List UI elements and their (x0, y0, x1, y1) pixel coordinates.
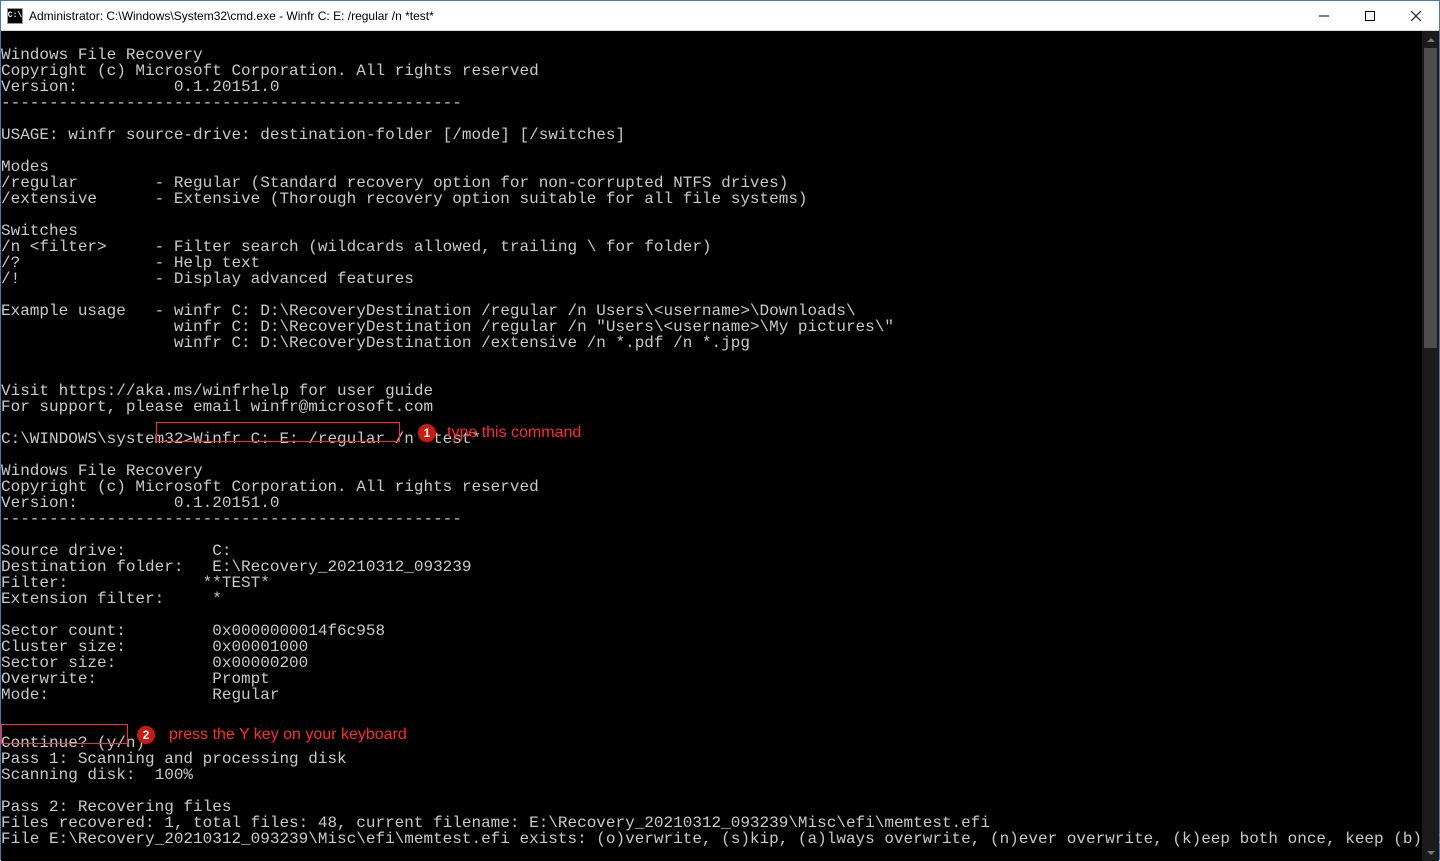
window-titlebar: C:\ Administrator: C:\Windows\System32\c… (1, 1, 1439, 31)
term-line-prompt: C:\WINDOWS\system32>Winfr C: E: /regular… (1, 431, 1422, 447)
term-line: Modes (1, 159, 1422, 175)
term-line: Windows File Recovery (1, 47, 1422, 63)
scroll-down-button[interactable] (1422, 844, 1439, 861)
chevron-up-icon (1427, 36, 1435, 44)
term-line: Destination folder: E:\Recovery_20210312… (1, 559, 1422, 575)
term-line: Sector size: 0x00000200 (1, 655, 1422, 671)
term-line: Example usage - winfr C: D:\RecoveryDest… (1, 303, 1422, 319)
term-line: USAGE: winfr source-drive: destination-f… (1, 127, 1422, 143)
term-line: Mode: Regular (1, 687, 1422, 703)
term-line: winfr C: D:\RecoveryDestination /extensi… (1, 335, 1422, 351)
term-line (1, 703, 1422, 719)
term-line: Files recovered: 1, total files: 48, cur… (1, 815, 1422, 831)
term-line (1, 527, 1422, 543)
maximize-button[interactable] (1347, 1, 1393, 31)
annotation-text-2: press the Y key on your keyboard (169, 727, 407, 743)
close-button[interactable] (1393, 1, 1439, 31)
term-line (1, 783, 1422, 799)
term-line: /! - Display advanced features (1, 271, 1422, 287)
prompt-text: C:\WINDOWS\system32> (1, 430, 193, 448)
term-line: Extension filter: * (1, 591, 1422, 607)
term-line: ----------------------------------------… (1, 511, 1422, 527)
term-line: For support, please email winfr@microsof… (1, 399, 1422, 415)
term-line: /n <filter> - Filter search (wildcards a… (1, 239, 1422, 255)
term-line: Pass 1: Scanning and processing disk (1, 751, 1422, 767)
term-line: /extensive - Extensive (Thorough recover… (1, 191, 1422, 207)
maximize-icon (1365, 11, 1375, 21)
term-line (1, 143, 1422, 159)
chevron-down-icon (1427, 849, 1435, 857)
term-line (1, 207, 1422, 223)
term-line (1, 607, 1422, 623)
window-title: Administrator: C:\Windows\System32\cmd.e… (29, 9, 434, 23)
term-line: Copyright (c) Microsoft Corporation. All… (1, 63, 1422, 79)
term-line (1, 31, 1422, 47)
term-line: Source drive: C: (1, 543, 1422, 559)
term-line: Version: 0.1.20151.0 (1, 495, 1422, 511)
term-line: Cluster size: 0x00001000 (1, 639, 1422, 655)
term-line (1, 447, 1422, 463)
vertical-scrollbar[interactable] (1422, 31, 1439, 861)
scroll-thumb[interactable] (1424, 48, 1437, 348)
annotation-badge-1: 1 (418, 424, 436, 442)
term-line: ----------------------------------------… (1, 95, 1422, 111)
cmd-icon: C:\ (7, 8, 23, 24)
term-line: Windows File Recovery (1, 463, 1422, 479)
term-line: Pass 2: Recovering files (1, 799, 1422, 815)
term-line: /? - Help text (1, 255, 1422, 271)
annotation-badge-2: 2 (137, 726, 155, 744)
term-line: winfr C: D:\RecoveryDestination /regular… (1, 319, 1422, 335)
terminal-container: Windows File RecoveryCopyright (c) Micro… (1, 31, 1439, 861)
scroll-up-button[interactable] (1422, 31, 1439, 48)
term-line: Switches (1, 223, 1422, 239)
term-line: Overwrite: Prompt (1, 671, 1422, 687)
annotation-text-1: type this command (447, 425, 581, 441)
close-icon (1411, 11, 1421, 21)
term-line: Scanning disk: 100% (1, 767, 1422, 783)
minimize-button[interactable] (1301, 1, 1347, 31)
term-line (1, 415, 1422, 431)
term-line: Visit https://aka.ms/winfrhelp for user … (1, 383, 1422, 399)
term-line (1, 367, 1422, 383)
term-line: /regular - Regular (Standard recovery op… (1, 175, 1422, 191)
term-line: Sector count: 0x0000000014f6c958 (1, 623, 1422, 639)
term-line (1, 287, 1422, 303)
minimize-icon (1319, 11, 1329, 21)
term-line: Filter: **TEST* (1, 575, 1422, 591)
term-line: File E:\Recovery_20210312_093239\Misc\ef… (1, 831, 1422, 847)
typed-command: Winfr C: E: /regular /n *test* (193, 430, 481, 448)
term-line (1, 351, 1422, 367)
term-line: Version: 0.1.20151.0 (1, 79, 1422, 95)
term-line: Copyright (c) Microsoft Corporation. All… (1, 479, 1422, 495)
term-line (1, 111, 1422, 127)
